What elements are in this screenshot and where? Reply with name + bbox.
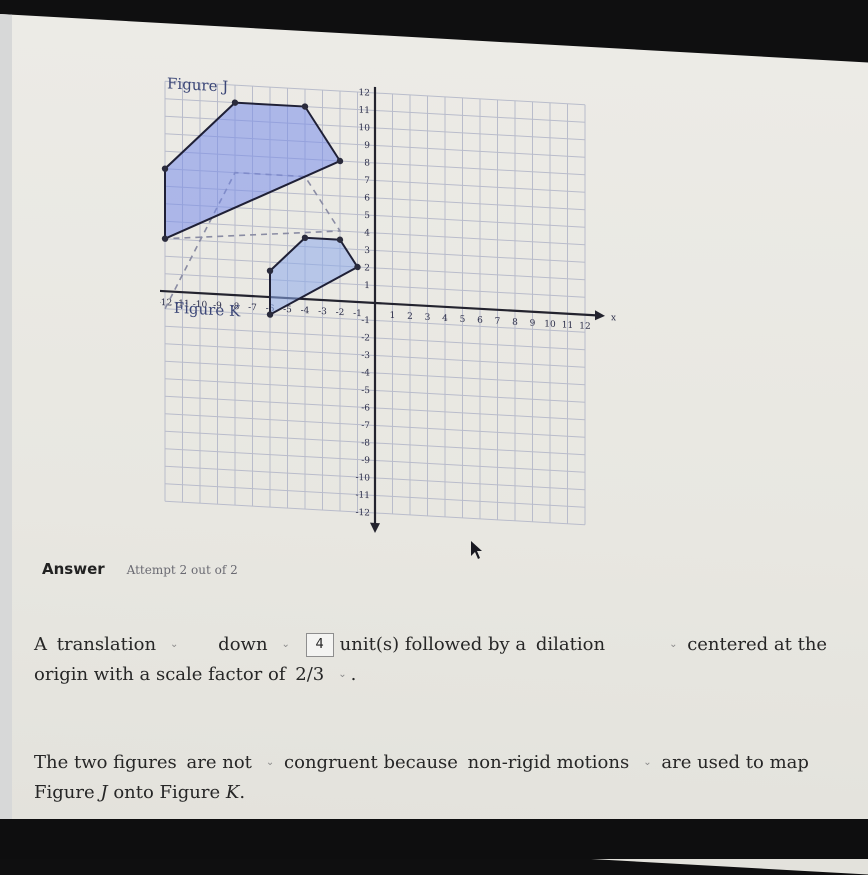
mouse-cursor-icon: [471, 541, 482, 559]
y-tick-label: 5: [364, 211, 370, 221]
x-tick-label: 7: [495, 317, 501, 327]
y-tick-label: -2: [361, 333, 370, 343]
y-axis-down-arrow-icon: [370, 522, 380, 533]
chevron-down-icon: ⌄: [170, 639, 179, 650]
units-input[interactable]: 4: [305, 633, 334, 657]
answer-title: Answer: [42, 560, 105, 578]
attempt-counter: Attempt 2 out of 2: [126, 563, 238, 577]
screen-bezel-bottom: [0, 819, 868, 859]
y-tick-label: 1: [364, 281, 370, 291]
figure-j-label: Figure J: [167, 74, 228, 95]
figure-k-polygon: [269, 236, 359, 317]
chevron-down-icon: ⌄: [281, 639, 290, 650]
sentence2-line2-a: Figure: [34, 782, 95, 803]
y-tick-label: -8: [361, 438, 370, 448]
y-tick-label: 10: [359, 123, 371, 134]
x-tick-label: 9: [530, 319, 536, 329]
y-tick-label: 6: [364, 193, 370, 203]
y-tick-label: -4: [361, 368, 370, 378]
scale-factor-dropdown[interactable]: 2/3 ⌄: [295, 660, 346, 690]
figure-j-ref: J: [100, 782, 108, 803]
x-tick-label: 12: [579, 321, 590, 332]
y-tick-label: -7: [361, 421, 370, 431]
y-tick-label: 2: [364, 263, 370, 273]
sentence2-line2-end: .: [239, 782, 246, 803]
y-tick-label: -1: [361, 316, 370, 326]
x-tick-label: 10: [544, 319, 556, 330]
chevron-down-icon: ⌄: [643, 757, 652, 768]
direction-dropdown[interactable]: down ⌄: [218, 630, 290, 660]
x-tick-label: 6: [477, 316, 483, 326]
figure-j-vertex: [336, 157, 344, 165]
x-tick-label: 3: [425, 313, 431, 323]
congruence-dropdown[interactable]: are not ⌄: [187, 748, 275, 778]
y-tick-label: -5: [361, 386, 370, 396]
sentence2-mid: congruent because: [284, 752, 458, 773]
y-tick-label: 4: [364, 228, 370, 238]
figure-k-label: Figure K: [174, 299, 241, 321]
sentence1-line2: origin with a scale factor of: [34, 664, 286, 685]
y-tick-label: 9: [364, 141, 370, 151]
y-tick-label: -6: [361, 403, 370, 413]
sentence-congruence: The two figures are not ⌄ congruent beca…: [34, 748, 809, 808]
x-tick-label: 11: [562, 320, 573, 331]
y-tick-label: 11: [359, 106, 370, 117]
x-tick-label: -2: [336, 308, 345, 318]
reason-dropdown[interactable]: non-rigid motions ⌄: [468, 748, 652, 778]
x-tick-label: 4: [442, 314, 448, 324]
answer-header: Answer Attempt 2 out of 2: [42, 560, 238, 578]
sentence2-suffix: are used to map: [661, 752, 809, 773]
figure-k-ref: K: [225, 782, 240, 803]
x-tick-label: 2: [407, 312, 413, 322]
x-tick-label: -3: [318, 307, 327, 317]
transform-type-value: translation: [56, 634, 157, 655]
x-tick-label: -4: [301, 306, 310, 316]
y-tick-label: -10: [356, 473, 371, 484]
chevron-down-icon: ⌄: [669, 639, 678, 650]
transform-type-dropdown[interactable]: translation ⌄: [57, 630, 179, 660]
reason-value: non-rigid motions: [467, 752, 630, 773]
sentence1-mid: unit(s) followed by a: [339, 634, 527, 655]
second-transform-value: dilation: [535, 634, 606, 655]
sentence2-prefix: The two figures: [34, 752, 177, 773]
y-tick-label: 7: [364, 176, 370, 186]
y-tick-label: -12: [356, 508, 370, 519]
x-axis-right-arrow-icon: [595, 310, 605, 321]
sentence1-suffix: centered at the: [687, 634, 828, 655]
chevron-down-icon: ⌄: [338, 669, 347, 680]
y-tick-label: 3: [364, 246, 370, 256]
y-tick-label: -3: [361, 351, 370, 361]
x-tick-label: -7: [248, 303, 257, 313]
y-tick-label: 12: [359, 88, 370, 99]
y-tick-label: -11: [356, 490, 370, 501]
scale-factor-value: 2/3: [295, 664, 325, 685]
x-axis-label: x: [611, 313, 616, 323]
sentence1-prefix: A: [34, 634, 47, 655]
sentence-transformation: A translation ⌄ down ⌄ 4 unit(s) followed…: [34, 630, 827, 690]
y-tick-label: 8: [364, 158, 370, 168]
x-tick-label: 8: [512, 318, 518, 328]
sentence2-line2-b: onto Figure: [113, 782, 221, 803]
second-transform-dropdown[interactable]: dilation ⌄: [536, 630, 678, 660]
congruence-value: are not: [186, 752, 252, 773]
x-tick-label: 1: [390, 311, 396, 321]
chevron-down-icon: ⌄: [265, 757, 275, 768]
direction-value: down: [218, 634, 268, 655]
coordinate-plane: x-12-11-10-9-8-7-6-5-4-3-2-1123456789101…: [160, 74, 616, 533]
x-tick-label: 5: [460, 315, 466, 325]
sentence1-end: .: [350, 664, 357, 685]
screen: x-12-11-10-9-8-7-6-5-4-3-2-1123456789101…: [0, 14, 868, 875]
y-tick-label: -9: [361, 456, 370, 466]
